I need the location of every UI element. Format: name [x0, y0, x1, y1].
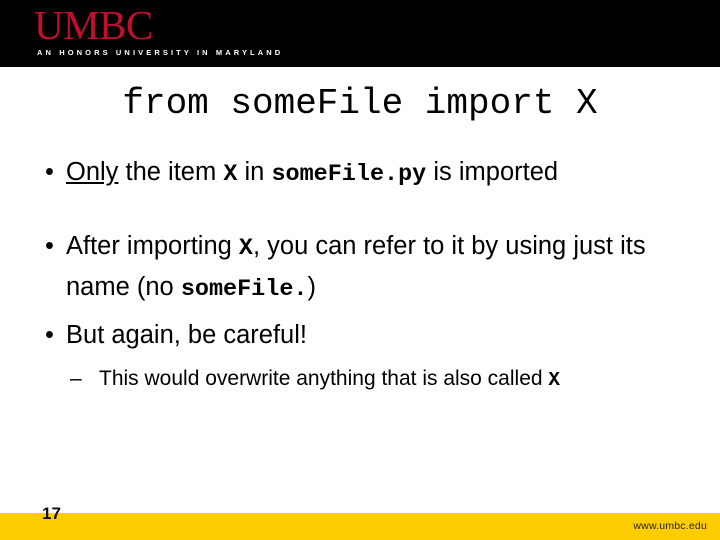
text-run: X	[238, 235, 253, 262]
bullet-glyph: •	[45, 158, 54, 186]
slide-title: from someFile import X	[122, 83, 598, 124]
bullet-item: • Only the item X in someFile.py is impo…	[30, 153, 702, 194]
bullet-text: After importing X, you can refer to it b…	[66, 232, 646, 303]
footer-bar	[0, 513, 720, 540]
bullet-item: • After importing X, you can refer to it…	[30, 227, 702, 309]
footer-url[interactable]: www.umbc.edu	[633, 520, 707, 533]
page-number: 17	[42, 504, 61, 523]
text-run: is imported	[426, 158, 559, 186]
bullet-glyph: •	[45, 232, 54, 260]
text-run: the item	[118, 158, 224, 186]
text-run: Only	[66, 158, 119, 186]
text-run: X	[223, 161, 238, 188]
bullet-item: • But again, be careful!	[30, 316, 702, 354]
text-run: someFile.py	[271, 161, 427, 188]
header-band: UMBC AN HONORS UNIVERSITY IN MARYLAND	[0, 0, 720, 67]
text-run: someFile.	[180, 276, 308, 303]
logo-tagline: AN HONORS UNIVERSITY IN MARYLAND	[37, 48, 284, 57]
text-run: But again, be careful!	[66, 321, 307, 349]
bullet-text: But again, be careful!	[66, 321, 307, 349]
sub-bullet-glyph: –	[70, 367, 82, 390]
umbc-logo: UMBC AN HONORS UNIVERSITY IN MARYLAND	[34, 4, 283, 57]
text-run: in	[237, 158, 272, 186]
text-run: After importing	[66, 232, 239, 260]
text-run: This would overwrite anything that is al…	[99, 367, 549, 390]
text-run: X	[548, 369, 560, 391]
bullet-glyph: •	[45, 321, 54, 349]
sub-bullet-item: – This would overwrite anything that is …	[66, 364, 702, 395]
text-run: )	[307, 273, 316, 301]
logo-wordmark: UMBC	[34, 2, 153, 48]
sub-bullet-text: This would overwrite anything that is al…	[99, 367, 560, 391]
slide-body: • Only the item X in someFile.py is impo…	[30, 153, 702, 395]
slide-canvas: UMBC AN HONORS UNIVERSITY IN MARYLAND fr…	[0, 0, 720, 540]
bullet-text: Only the item X in someFile.py is import…	[66, 158, 559, 188]
